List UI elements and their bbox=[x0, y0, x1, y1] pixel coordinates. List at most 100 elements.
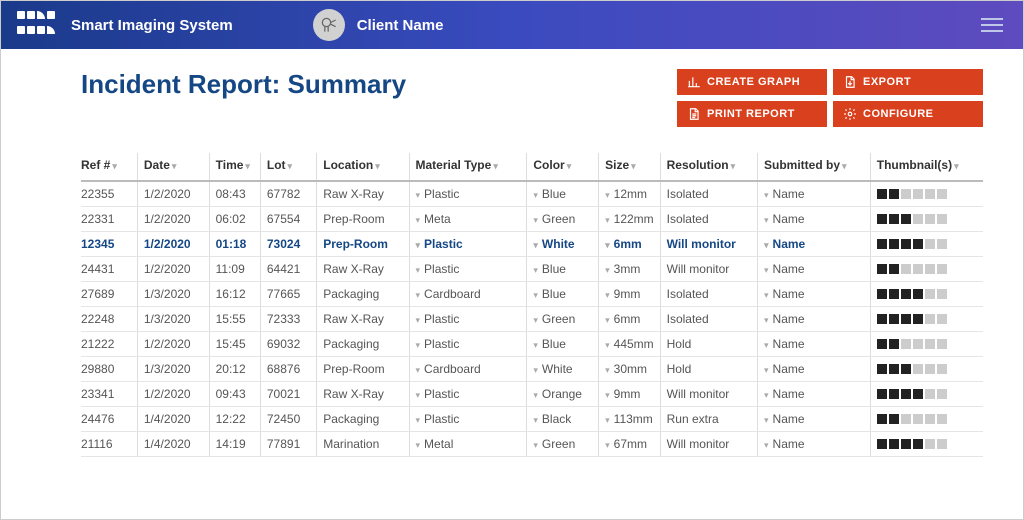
col-submitted[interactable]: Submitted by bbox=[758, 153, 871, 181]
print-report-button[interactable]: PRINT REPORT bbox=[677, 101, 827, 127]
cell-size[interactable]: ▾122mm bbox=[599, 207, 661, 232]
cell-material[interactable]: ▾Plastic bbox=[409, 307, 527, 332]
cell-size[interactable]: ▾12mm bbox=[599, 181, 661, 207]
cell-color[interactable]: ▾Orange bbox=[527, 382, 599, 407]
cell-submitted[interactable]: ▾Name bbox=[758, 382, 871, 407]
cell-size[interactable]: ▾3mm bbox=[599, 257, 661, 282]
cell-location[interactable]: Prep-Room bbox=[317, 357, 409, 382]
cell-material[interactable]: ▾Cardboard bbox=[409, 357, 527, 382]
cell-submitted[interactable]: ▾Name bbox=[758, 207, 871, 232]
cell-size[interactable]: ▾9mm bbox=[599, 382, 661, 407]
cell-size[interactable]: ▾6mm bbox=[599, 232, 661, 257]
cell-location[interactable]: Prep-Room bbox=[317, 207, 409, 232]
cell-location[interactable]: Packaging bbox=[317, 282, 409, 307]
cell-resolution[interactable]: Isolated bbox=[660, 181, 757, 207]
cell-resolution[interactable]: Isolated bbox=[660, 207, 757, 232]
create-graph-button[interactable]: CREATE GRAPH bbox=[677, 69, 827, 95]
col-location[interactable]: Location bbox=[317, 153, 409, 181]
cell-resolution[interactable]: Run extra bbox=[660, 407, 757, 432]
cell-material[interactable]: ▾Plastic bbox=[409, 407, 527, 432]
col-color[interactable]: Color bbox=[527, 153, 599, 181]
configure-button[interactable]: CONFIGURE bbox=[833, 101, 983, 127]
col-resolution[interactable]: Resolution bbox=[660, 153, 757, 181]
cell-thumbs[interactable] bbox=[870, 207, 983, 232]
cell-material[interactable]: ▾Plastic bbox=[409, 232, 527, 257]
cell-material[interactable]: ▾Cardboard bbox=[409, 282, 527, 307]
col-date[interactable]: Date bbox=[137, 153, 209, 181]
table-row[interactable]: 211161/4/202014:1977891Marination▾Metal▾… bbox=[81, 432, 983, 457]
cell-material[interactable]: ▾Plastic bbox=[409, 382, 527, 407]
cell-resolution[interactable]: Isolated bbox=[660, 307, 757, 332]
cell-size[interactable]: ▾9mm bbox=[599, 282, 661, 307]
cell-color[interactable]: ▾Black bbox=[527, 407, 599, 432]
table-row[interactable]: 244311/2/202011:0964421Raw X-Ray▾Plastic… bbox=[81, 257, 983, 282]
cell-location[interactable]: Marination bbox=[317, 432, 409, 457]
table-row[interactable]: 244761/4/202012:2272450Packaging▾Plastic… bbox=[81, 407, 983, 432]
table-row[interactable]: 223551/2/202008:4367782Raw X-Ray▾Plastic… bbox=[81, 181, 983, 207]
cell-resolution[interactable]: Will monitor bbox=[660, 432, 757, 457]
client-block[interactable]: Client Name bbox=[313, 9, 444, 41]
cell-color[interactable]: ▾Green bbox=[527, 207, 599, 232]
cell-size[interactable]: ▾67mm bbox=[599, 432, 661, 457]
cell-resolution[interactable]: Hold bbox=[660, 332, 757, 357]
cell-material[interactable]: ▾Metal bbox=[409, 432, 527, 457]
cell-thumbs[interactable] bbox=[870, 181, 983, 207]
cell-size[interactable]: ▾445mm bbox=[599, 332, 661, 357]
cell-submitted[interactable]: ▾Name bbox=[758, 257, 871, 282]
cell-color[interactable]: ▾White bbox=[527, 232, 599, 257]
table-row[interactable]: 222481/3/202015:5572333Raw X-Ray▾Plastic… bbox=[81, 307, 983, 332]
col-material[interactable]: Material Type bbox=[409, 153, 527, 181]
cell-location[interactable]: Raw X-Ray bbox=[317, 307, 409, 332]
cell-thumbs[interactable] bbox=[870, 232, 983, 257]
cell-submitted[interactable]: ▾Name bbox=[758, 432, 871, 457]
cell-thumbs[interactable] bbox=[870, 382, 983, 407]
cell-resolution[interactable]: Isolated bbox=[660, 282, 757, 307]
cell-size[interactable]: ▾6mm bbox=[599, 307, 661, 332]
cell-material[interactable]: ▾Plastic bbox=[409, 257, 527, 282]
cell-thumbs[interactable] bbox=[870, 257, 983, 282]
cell-location[interactable]: Packaging bbox=[317, 407, 409, 432]
cell-resolution[interactable]: Will monitor bbox=[660, 382, 757, 407]
cell-material[interactable]: ▾Plastic bbox=[409, 181, 527, 207]
cell-color[interactable]: ▾Green bbox=[527, 432, 599, 457]
table-row[interactable]: 123451/2/202001:1873024Prep-Room▾Plastic… bbox=[81, 232, 983, 257]
table-row[interactable]: 212221/2/202015:4569032Packaging▾Plastic… bbox=[81, 332, 983, 357]
cell-submitted[interactable]: ▾Name bbox=[758, 332, 871, 357]
table-row[interactable]: 298801/3/202020:1268876Prep-Room▾Cardboa… bbox=[81, 357, 983, 382]
cell-thumbs[interactable] bbox=[870, 282, 983, 307]
col-size[interactable]: Size bbox=[599, 153, 661, 181]
menu-icon[interactable] bbox=[981, 18, 1003, 32]
cell-resolution[interactable]: Hold bbox=[660, 357, 757, 382]
col-ref[interactable]: Ref # bbox=[81, 153, 137, 181]
table-row[interactable]: 233411/2/202009:4370021Raw X-Ray▾Plastic… bbox=[81, 382, 983, 407]
cell-thumbs[interactable] bbox=[870, 357, 983, 382]
cell-thumbs[interactable] bbox=[870, 407, 983, 432]
cell-resolution[interactable]: Will monitor bbox=[660, 257, 757, 282]
cell-thumbs[interactable] bbox=[870, 307, 983, 332]
cell-location[interactable]: Prep-Room bbox=[317, 232, 409, 257]
cell-material[interactable]: ▾Meta bbox=[409, 207, 527, 232]
cell-location[interactable]: Raw X-Ray bbox=[317, 181, 409, 207]
cell-submitted[interactable]: ▾Name bbox=[758, 307, 871, 332]
col-lot[interactable]: Lot bbox=[260, 153, 316, 181]
cell-submitted[interactable]: ▾Name bbox=[758, 357, 871, 382]
cell-color[interactable]: ▾Blue bbox=[527, 181, 599, 207]
cell-location[interactable]: Packaging bbox=[317, 332, 409, 357]
cell-color[interactable]: ▾Blue bbox=[527, 257, 599, 282]
table-row[interactable]: 276891/3/202016:1277665Packaging▾Cardboa… bbox=[81, 282, 983, 307]
cell-submitted[interactable]: ▾Name bbox=[758, 181, 871, 207]
cell-material[interactable]: ▾Plastic bbox=[409, 332, 527, 357]
export-button[interactable]: EXPORT bbox=[833, 69, 983, 95]
cell-thumbs[interactable] bbox=[870, 432, 983, 457]
cell-submitted[interactable]: ▾Name bbox=[758, 407, 871, 432]
cell-color[interactable]: ▾Green bbox=[527, 307, 599, 332]
cell-color[interactable]: ▾Blue bbox=[527, 282, 599, 307]
table-row[interactable]: 223311/2/202006:0267554Prep-Room▾Meta▾Gr… bbox=[81, 207, 983, 232]
cell-submitted[interactable]: ▾Name bbox=[758, 232, 871, 257]
cell-thumbs[interactable] bbox=[870, 332, 983, 357]
cell-location[interactable]: Raw X-Ray bbox=[317, 257, 409, 282]
cell-color[interactable]: ▾White bbox=[527, 357, 599, 382]
col-time[interactable]: Time bbox=[209, 153, 260, 181]
cell-color[interactable]: ▾Blue bbox=[527, 332, 599, 357]
cell-submitted[interactable]: ▾Name bbox=[758, 282, 871, 307]
